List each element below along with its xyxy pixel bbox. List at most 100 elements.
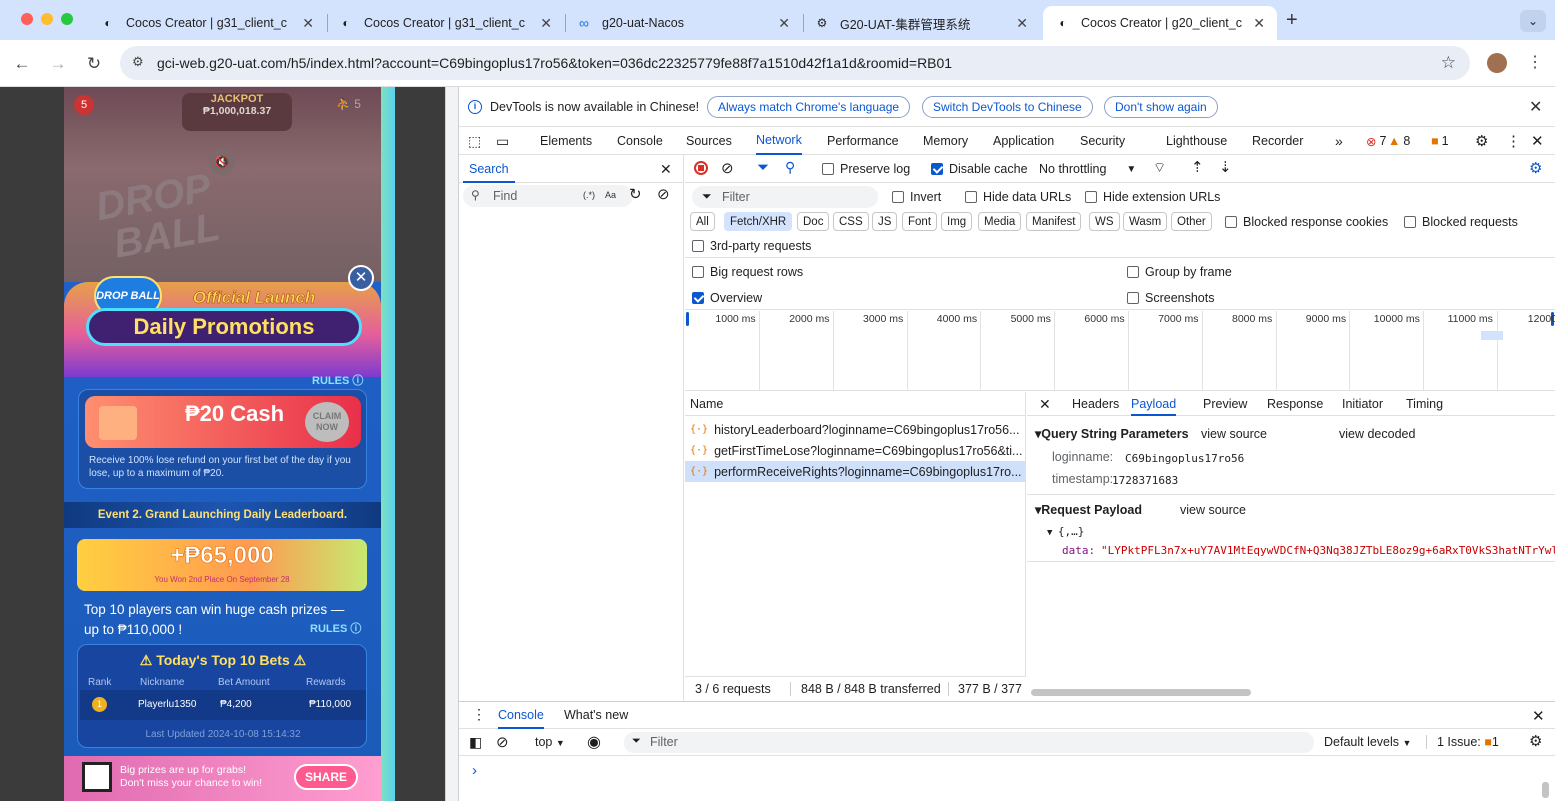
horizontal-scrollbar[interactable] bbox=[1031, 689, 1251, 696]
maximize-window-icon[interactable] bbox=[61, 13, 73, 25]
search-panel-title[interactable]: Search bbox=[463, 155, 515, 183]
hide-extension-urls-checkbox[interactable]: Hide extension URLs bbox=[1085, 190, 1220, 204]
close-tab-icon[interactable]: ✕ bbox=[1016, 15, 1028, 32]
timeline-left-handle[interactable] bbox=[686, 312, 689, 326]
tab-search-button[interactable]: ⌄ bbox=[1520, 10, 1546, 32]
third-party-checkbox[interactable]: 3rd-party requests bbox=[692, 239, 811, 253]
type-font[interactable]: Font bbox=[902, 212, 938, 231]
close-tab-icon[interactable]: ✕ bbox=[302, 15, 314, 32]
tab-memory[interactable]: Memory bbox=[923, 127, 968, 155]
tab-lighthouse[interactable]: Lighthouse bbox=[1166, 127, 1227, 155]
drawer-tab-whats-new[interactable]: What's new bbox=[564, 708, 628, 722]
type-js[interactable]: JS bbox=[872, 212, 898, 231]
invert-checkbox[interactable]: Invert bbox=[892, 190, 941, 204]
minimize-window-icon[interactable] bbox=[41, 13, 53, 25]
console-prompt[interactable]: › bbox=[472, 762, 477, 779]
regex-toggle[interactable]: (.*) bbox=[583, 190, 595, 200]
network-conditions-icon[interactable]: ⌔ bbox=[1153, 159, 1166, 177]
console-issues-link[interactable]: 1 Issue: ■1 bbox=[1426, 735, 1499, 749]
name-column-header[interactable]: Name bbox=[685, 392, 1026, 416]
close-devtools-icon[interactable]: ✕ bbox=[1531, 127, 1544, 155]
view-source-link[interactable]: view source bbox=[1201, 427, 1267, 441]
blocked-cookies-checkbox[interactable]: Blocked response cookies bbox=[1225, 215, 1388, 229]
drawer-menu-icon[interactable]: ⋮ bbox=[472, 706, 486, 723]
new-tab-button[interactable]: + bbox=[1286, 9, 1298, 32]
big-request-rows-checkbox[interactable]: Big request rows bbox=[692, 265, 803, 279]
site-info-icon[interactable]: ⚙ bbox=[132, 54, 144, 70]
type-doc[interactable]: Doc bbox=[797, 212, 830, 231]
close-tab-icon[interactable]: ✕ bbox=[540, 15, 552, 32]
bookmark-star-icon[interactable]: ☆ bbox=[1441, 53, 1456, 73]
reload-button[interactable]: ↻ bbox=[82, 52, 106, 76]
filter-funnel-icon[interactable]: ⏷ bbox=[757, 159, 769, 176]
claim-now-button[interactable]: CLAIM NOW bbox=[305, 402, 349, 442]
more-tabs-icon[interactable]: » bbox=[1335, 127, 1343, 155]
request-row[interactable]: {·} historyLeaderboard?loginname=C69bingo… bbox=[685, 419, 1026, 440]
back-button[interactable]: ← bbox=[10, 52, 34, 76]
request-payload-section[interactable]: ▾Request Payload bbox=[1035, 502, 1142, 517]
type-media[interactable]: Media bbox=[978, 212, 1022, 231]
browser-tab-active[interactable]: ◐ Cocos Creator | g20_client_c ✕ bbox=[1043, 6, 1277, 40]
tab-headers[interactable]: Headers bbox=[1072, 397, 1119, 411]
settings-gear-icon[interactable]: ⚙ bbox=[1475, 127, 1488, 155]
screenshots-checkbox[interactable]: Screenshots bbox=[1127, 291, 1214, 305]
browser-tab[interactable]: ◐ Cocos Creator | g31_client_c ✕ bbox=[88, 6, 326, 40]
export-har-icon[interactable]: ⇣ bbox=[1219, 158, 1232, 176]
tab-preview[interactable]: Preview bbox=[1203, 397, 1247, 411]
payload-object[interactable]: ▼ {,…} bbox=[1047, 525, 1084, 538]
search-network-icon[interactable]: ⚲ bbox=[785, 159, 795, 176]
close-search-icon[interactable]: ✕ bbox=[660, 161, 672, 178]
browser-tab[interactable]: ⚙ G20-UAT-集群管理系统 ✕ bbox=[802, 6, 1040, 40]
close-window-icon[interactable] bbox=[21, 13, 33, 25]
tab-sources[interactable]: Sources bbox=[686, 127, 732, 155]
tab-response[interactable]: Response bbox=[1267, 397, 1323, 411]
warning-count[interactable]: ▲ 8 bbox=[1388, 127, 1410, 155]
network-settings-icon[interactable]: ⚙ bbox=[1529, 159, 1542, 177]
tab-timing[interactable]: Timing bbox=[1406, 397, 1443, 411]
avatar[interactable] bbox=[1487, 53, 1507, 73]
type-fetch-xhr[interactable]: Fetch/XHR bbox=[724, 212, 793, 231]
tab-security[interactable]: Security bbox=[1080, 127, 1125, 155]
throttling-select[interactable]: No throttling ▼ bbox=[1039, 162, 1136, 176]
close-popup-icon[interactable]: ✕ bbox=[348, 265, 374, 291]
request-row-selected[interactable]: {·} performReceiveRights?loginname=C69bin… bbox=[685, 461, 1026, 482]
type-img[interactable]: Img bbox=[941, 212, 973, 231]
devtools-splitter[interactable] bbox=[445, 87, 459, 801]
type-manifest[interactable]: Manifest bbox=[1026, 212, 1082, 231]
type-all[interactable]: All bbox=[690, 212, 715, 231]
tab-application[interactable]: Application bbox=[993, 127, 1054, 155]
record-stop-icon[interactable] bbox=[694, 161, 708, 175]
rules-link-2[interactable]: RULES ⓘ bbox=[310, 620, 361, 636]
hide-data-urls-checkbox[interactable]: Hide data URLs bbox=[965, 190, 1071, 204]
inspect-element-icon[interactable]: ⬚ bbox=[468, 127, 481, 155]
refresh-search-icon[interactable]: ↻ bbox=[629, 185, 642, 203]
forward-button[interactable]: → bbox=[46, 52, 70, 76]
mute-icon[interactable]: 🔇 bbox=[209, 149, 235, 175]
close-infobar-icon[interactable]: ✕ bbox=[1529, 97, 1542, 117]
query-string-section[interactable]: ▾Query String Parameters bbox=[1035, 426, 1189, 441]
clear-search-icon[interactable]: ⊘ bbox=[657, 185, 670, 203]
tab-recorder[interactable]: Recorder bbox=[1252, 127, 1303, 155]
type-css[interactable]: CSS bbox=[833, 212, 869, 231]
console-scrollbar[interactable] bbox=[1542, 782, 1549, 798]
context-select[interactable]: top ▼ bbox=[535, 735, 565, 749]
address-bar[interactable]: ⚙ gci-web.g20-uat.com/h5/index.html?acco… bbox=[120, 46, 1470, 80]
request-row[interactable]: {·} getFirstTimeLose?loginname=C69bingopl… bbox=[685, 440, 1026, 461]
device-toolbar-icon[interactable]: ▭ bbox=[496, 127, 509, 155]
issue-count[interactable]: ■ 1 bbox=[1431, 127, 1449, 155]
share-button[interactable]: SHARE bbox=[294, 764, 358, 790]
devtools-menu-icon[interactable]: ⋮ bbox=[1506, 127, 1521, 155]
preserve-log-checkbox[interactable]: Preserve log bbox=[822, 162, 910, 176]
game-canvas[interactable]: 5 JACKPOT ₱1,000,018.37 ⛹ 5 🔇 DROP BALL … bbox=[64, 87, 381, 801]
type-ws[interactable]: WS bbox=[1089, 212, 1120, 231]
payload-view-source-link[interactable]: view source bbox=[1180, 503, 1246, 517]
type-other[interactable]: Other bbox=[1171, 212, 1212, 231]
close-drawer-icon[interactable]: ✕ bbox=[1532, 707, 1545, 725]
disable-cache-checkbox[interactable]: Disable cache bbox=[931, 162, 1028, 176]
search-input[interactable]: ⚲ Find (.*) Aa bbox=[463, 185, 633, 207]
close-tab-icon[interactable]: ✕ bbox=[778, 15, 790, 32]
drawer-tab-console[interactable]: Console bbox=[498, 702, 544, 729]
close-tab-icon[interactable]: ✕ bbox=[1253, 15, 1265, 32]
filter-input[interactable]: ⏷ Filter bbox=[692, 186, 878, 208]
tab-payload[interactable]: Payload bbox=[1131, 392, 1177, 416]
